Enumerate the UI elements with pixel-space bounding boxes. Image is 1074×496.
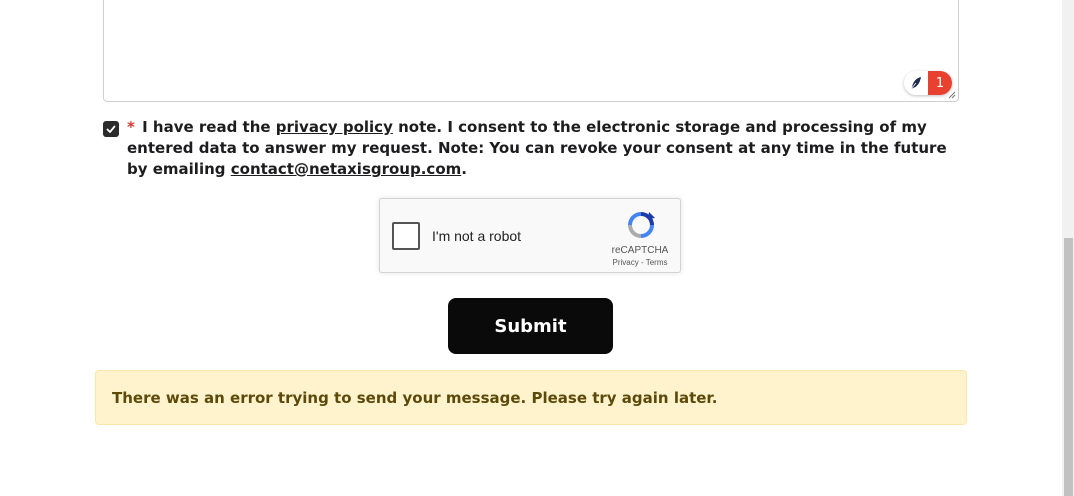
recaptcha-logo-icon (628, 212, 655, 238)
error-alert: There was an error trying to send your m… (95, 370, 967, 425)
consent-text-before: I have read the (142, 118, 271, 136)
feather-pen-icon (904, 71, 928, 95)
grammar-issue-count: 1 (928, 71, 952, 95)
consent-row: * I have read the privacy policy note. I… (103, 117, 963, 180)
recaptcha-widget: I'm not a robot reCAPTCHA Privacy - Term… (379, 198, 681, 273)
error-alert-message: There was an error trying to send your m… (112, 388, 718, 407)
contact-email-link[interactable]: contact@netaxisgroup.com (231, 160, 462, 178)
scrollbar-thumb[interactable] (1064, 238, 1073, 496)
message-textarea[interactable] (104, 0, 962, 105)
recaptcha-label: I'm not a robot (432, 228, 522, 244)
recaptcha-checkbox[interactable] (392, 222, 420, 250)
resize-handle-icon[interactable] (948, 91, 956, 99)
privacy-policy-link[interactable]: privacy policy (276, 118, 393, 136)
required-marker: * (127, 118, 135, 136)
consent-checkbox[interactable] (103, 121, 119, 137)
page-scrollbar[interactable] (1062, 0, 1074, 496)
recaptcha-brand: reCAPTCHA (611, 245, 669, 256)
message-textarea-container (103, 0, 962, 105)
submit-button[interactable]: Submit (448, 298, 613, 354)
recaptcha-privacy-terms-links[interactable]: Privacy - Terms (600, 258, 680, 267)
contact-form-page: 1 * I have read the privacy policy note.… (0, 0, 1074, 496)
checkmark-icon (106, 125, 116, 133)
consent-text: * I have read the privacy policy note. I… (127, 117, 963, 180)
consent-text-after: . (461, 160, 467, 178)
grammar-checker-badge[interactable]: 1 (904, 71, 952, 95)
